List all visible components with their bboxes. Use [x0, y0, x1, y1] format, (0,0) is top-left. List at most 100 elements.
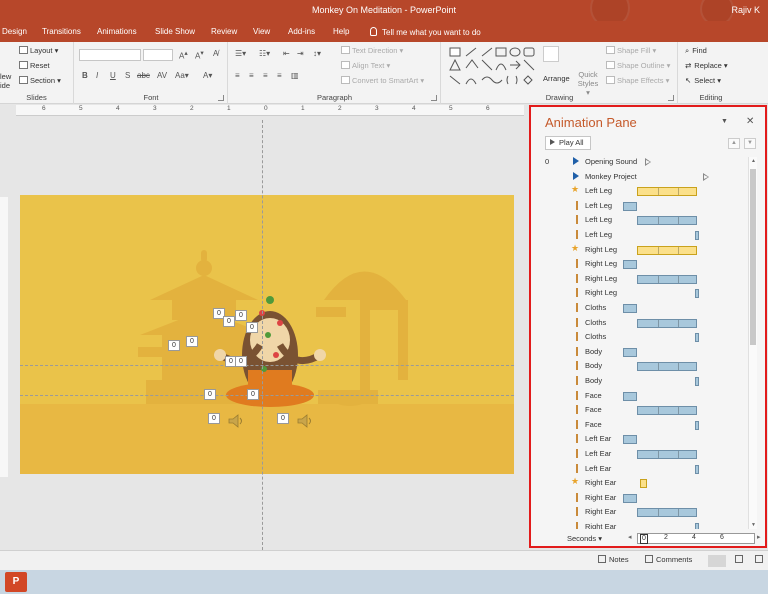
animation-tag[interactable]: 0: [186, 336, 198, 347]
powerpoint-icon[interactable]: P: [5, 572, 27, 592]
animation-item[interactable]: Body: [537, 359, 749, 373]
text-direction-button[interactable]: Text Direction ▾: [341, 46, 403, 55]
align-center-icon[interactable]: ≡: [249, 71, 254, 80]
animation-item[interactable]: Face: [537, 389, 749, 403]
justify-icon[interactable]: ≡: [277, 71, 282, 80]
tab-help[interactable]: Help: [333, 27, 349, 36]
shrink-font-icon[interactable]: A▾: [195, 49, 204, 61]
animation-item[interactable]: Body: [537, 374, 749, 388]
arrange-button[interactable]: Arrange: [543, 74, 570, 83]
pane-options-chevron-icon[interactable]: ▼: [721, 118, 728, 125]
animation-item[interactable]: Face: [537, 418, 749, 432]
tab-design[interactable]: Design: [2, 27, 27, 36]
slide-sorter-icon[interactable]: [735, 555, 746, 564]
timing-bar[interactable]: [637, 406, 697, 416]
move-down-button[interactable]: ▼: [744, 138, 756, 149]
clear-format-icon[interactable]: A̸: [213, 49, 218, 58]
align-text-button[interactable]: Align Text ▾: [341, 61, 390, 70]
timeline-scale[interactable]: 0 2 4 6: [637, 533, 755, 544]
timing-bar[interactable]: [623, 304, 637, 313]
timing-bar[interactable]: [695, 523, 699, 529]
normal-view-icon[interactable]: [708, 555, 726, 567]
timeline-right-icon[interactable]: ▸: [757, 533, 761, 541]
decrease-indent-icon[interactable]: ⇤: [283, 49, 290, 58]
align-left-icon[interactable]: ≡: [235, 71, 240, 80]
convert-smartart-button[interactable]: Convert to SmartArt ▾: [341, 76, 424, 85]
animation-item[interactable]: Left Ear: [537, 447, 749, 461]
tab-slide-show[interactable]: Slide Show: [155, 27, 195, 36]
shadow-icon[interactable]: S: [125, 71, 130, 80]
animation-item[interactable]: Cloths: [537, 301, 749, 315]
animation-tag[interactable]: 0: [277, 413, 289, 424]
font-name-combo[interactable]: [79, 49, 141, 61]
timing-bar[interactable]: [623, 435, 637, 445]
font-size-combo[interactable]: [143, 49, 173, 61]
animation-item[interactable]: ★ Right Ear: [537, 476, 749, 490]
animation-item[interactable]: Cloths: [537, 316, 749, 330]
change-case-icon[interactable]: Aa▾: [175, 71, 189, 80]
drawing-launcher-icon[interactable]: [668, 95, 674, 101]
horizontal-ruler[interactable]: 6 5 4 3 2 1 0 1 2 3 4 5 6: [16, 105, 524, 116]
animation-tag[interactable]: 0: [223, 316, 235, 327]
notes-button[interactable]: Notes: [598, 555, 629, 564]
tab-review[interactable]: Review: [211, 27, 237, 36]
shape-fill-button[interactable]: Shape Fill ▾: [606, 46, 656, 55]
timing-bar[interactable]: [637, 216, 697, 226]
timing-bar[interactable]: [623, 201, 637, 211]
paragraph-launcher-icon[interactable]: [431, 95, 437, 101]
animation-tag[interactable]: 0: [235, 310, 247, 321]
timing-bar[interactable]: [623, 391, 637, 401]
close-icon[interactable]: ✕: [746, 116, 754, 127]
shapes-gallery[interactable]: [448, 46, 538, 88]
animation-item[interactable]: Right Leg: [537, 257, 749, 271]
vertical-ruler[interactable]: [0, 197, 8, 477]
shape-outline-button[interactable]: Shape Outline ▾: [606, 61, 670, 70]
animation-tag[interactable]: 0: [235, 356, 247, 367]
animation-item[interactable]: Left Leg: [537, 228, 749, 242]
timing-bar[interactable]: [623, 260, 637, 270]
timing-bar[interactable]: [637, 274, 697, 284]
strikethrough-icon[interactable]: abc: [137, 71, 150, 80]
animation-item[interactable]: Right Leg: [537, 272, 749, 286]
reading-view-icon[interactable]: [755, 555, 766, 564]
shape-effects-button[interactable]: Shape Effects ▾: [606, 76, 669, 85]
char-spacing-icon[interactable]: AV: [157, 71, 167, 80]
new-slide-button[interactable]: lew ide: [0, 72, 11, 90]
animation-item[interactable]: 0 Opening Sound: [537, 155, 749, 169]
timing-bar[interactable]: [695, 333, 699, 343]
timing-bar[interactable]: [695, 231, 699, 240]
play-all-button[interactable]: Play All: [545, 136, 591, 150]
animation-tag[interactable]: 0: [208, 413, 220, 424]
underline-icon[interactable]: U: [110, 71, 116, 80]
animation-item[interactable]: Left Ear: [537, 462, 749, 476]
animation-item[interactable]: Left Leg: [537, 199, 749, 213]
section-button[interactable]: Section ▾: [19, 76, 61, 85]
animation-item[interactable]: Left Leg: [537, 213, 749, 227]
animation-item[interactable]: Face: [537, 403, 749, 417]
animation-item[interactable]: Right Ear: [537, 520, 749, 529]
scroll-up-icon[interactable]: ▲: [749, 158, 758, 164]
slide-canvas[interactable]: 0 0 0 0 0 0 0 0 0 0 0 0: [20, 195, 514, 474]
bullets-icon[interactable]: ☰▾: [235, 49, 246, 58]
shapes-more-icon[interactable]: [543, 46, 559, 62]
font-color-icon[interactable]: A▾: [203, 71, 212, 80]
timeline-left-icon[interactable]: ◂: [628, 533, 632, 541]
animation-tag[interactable]: 0: [247, 389, 259, 400]
timing-bar[interactable]: [623, 347, 637, 357]
animation-tag[interactable]: 0: [246, 322, 258, 333]
align-right-icon[interactable]: ≡: [263, 71, 268, 80]
slide-editor[interactable]: 6 5 4 3 2 1 0 1 2 3 4 5 6 0 0 0 0 0 0 0 …: [0, 105, 528, 550]
numbering-icon[interactable]: ☷▾: [259, 49, 270, 58]
animation-item[interactable]: ★ Left Leg: [537, 184, 749, 198]
comments-button[interactable]: Comments: [645, 555, 692, 564]
speaker-icon[interactable]: [296, 413, 314, 429]
animation-tag[interactable]: 0: [168, 340, 180, 351]
timing-bar[interactable]: [637, 245, 697, 255]
animation-item[interactable]: Right Ear: [537, 505, 749, 519]
layout-button[interactable]: Layout ▾: [19, 46, 58, 55]
italic-icon[interactable]: I: [96, 71, 98, 80]
bold-icon[interactable]: B: [82, 71, 88, 80]
timing-bar[interactable]: [637, 508, 697, 518]
pane-scrollbar[interactable]: ▲ ▼: [748, 157, 757, 529]
timing-bar[interactable]: [637, 450, 697, 459]
